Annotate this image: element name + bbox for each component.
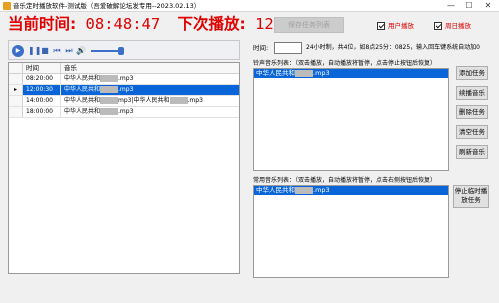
table-row[interactable]: 08:20:00 中华人民共和 .mp3 bbox=[9, 74, 239, 85]
clear-tasks-button[interactable]: 清空任务 bbox=[456, 125, 488, 139]
next-play-label: 下次播放: bbox=[177, 15, 246, 33]
checkbox-check-icon bbox=[434, 22, 442, 30]
row-music: 中华人民共和 .mp3 bbox=[61, 85, 239, 95]
table-row[interactable]: 18:00:00 中华人民共和 .mp3 bbox=[9, 107, 239, 118]
title-bar: 音乐定时播放软件-测试版（吾爱破解论坛发专用--2023.02.13） — ☐ … bbox=[0, 0, 499, 12]
row-time: 18:00:00 bbox=[23, 107, 61, 117]
row-indicator bbox=[9, 107, 23, 117]
ring-music-list[interactable]: 中华人民共和 .mp3 bbox=[253, 68, 449, 171]
user-play-label: 用户播放 bbox=[388, 22, 414, 30]
continue-music-button[interactable]: 续播音乐 bbox=[456, 86, 488, 100]
indicator-column-header bbox=[9, 63, 23, 74]
table-header: 时间 音乐 bbox=[9, 63, 239, 74]
delete-task-button[interactable]: 删除任务 bbox=[456, 105, 488, 119]
media-player: ▶ ❚❚ ■ ⏮ ⏭ 🔊 bbox=[8, 40, 240, 60]
next-icon[interactable]: ⏭ bbox=[64, 46, 74, 56]
close-button[interactable]: ✕ bbox=[480, 0, 496, 12]
list-item[interactable]: 中华人民共和 .mp3 bbox=[254, 69, 448, 78]
ring-list-label: 铃声音乐列表：（双击播放，自动播放将暂停，点击停止按钮后恢复） bbox=[253, 60, 437, 67]
row-time: 12:00:30 bbox=[23, 85, 61, 95]
add-task-button[interactable]: 添加任务 bbox=[456, 66, 488, 80]
row-time: 14:00:00 bbox=[23, 96, 61, 106]
time-field-label: 时间: bbox=[253, 44, 269, 52]
row-music: 中华人民共和 mp3|中华人民共和 .mp3 bbox=[64, 97, 203, 104]
sunday-play-label: 周日播放 bbox=[445, 22, 471, 30]
volume-icon[interactable]: 🔊 bbox=[76, 46, 86, 56]
common-music-list[interactable]: 中华人民共和 .mp3 bbox=[253, 185, 449, 278]
table-row[interactable]: ▸ 12:00:30 中华人民共和 .mp3 bbox=[9, 85, 239, 96]
common-list-label: 常用音乐列表：（双击播放，自动播放将暂停，点击右侧按钮后恢复） bbox=[253, 177, 437, 184]
current-time-label: 当前时间: bbox=[8, 15, 77, 33]
app-icon bbox=[3, 2, 11, 10]
checkbox-check-icon bbox=[377, 22, 385, 30]
row-time: 08:20:00 bbox=[23, 74, 61, 84]
refresh-music-button[interactable]: 刷新音乐 bbox=[456, 145, 488, 159]
row-indicator bbox=[9, 74, 23, 84]
previous-icon[interactable]: ⏮ bbox=[52, 46, 62, 56]
sunday-play-checkbox[interactable]: 周日播放 bbox=[434, 22, 471, 30]
time-column-header[interactable]: 时间 bbox=[23, 63, 61, 74]
minimize-button[interactable]: — bbox=[443, 0, 459, 12]
play-icon[interactable]: ▶ bbox=[12, 45, 24, 57]
pause-icon[interactable]: ❚❚ bbox=[28, 46, 41, 56]
time-field-hint: 24小时制，共4位，如8点25分：0825，输入回车键系统自动加0 bbox=[306, 44, 480, 51]
time-input[interactable] bbox=[274, 42, 302, 54]
stop-icon[interactable]: ■ bbox=[40, 46, 50, 56]
stop-temp-play-button[interactable]: 停止临时播放任务 bbox=[453, 185, 489, 208]
current-time-value: 08:48:47 bbox=[85, 15, 161, 33]
row-indicator bbox=[9, 96, 23, 106]
volume-slider[interactable] bbox=[91, 47, 124, 55]
table-row[interactable]: 14:00:00 中华人民共和 mp3|中华人民共和 .mp3 bbox=[9, 96, 239, 107]
row-music: 中华人民共和 .mp3 bbox=[64, 75, 134, 82]
user-play-checkbox[interactable]: 用户播放 bbox=[377, 22, 414, 30]
maximize-button[interactable]: ☐ bbox=[461, 0, 477, 12]
row-indicator: ▸ bbox=[9, 85, 23, 95]
music-column-header[interactable]: 音乐 bbox=[61, 63, 239, 74]
row-music: 中华人民共和 .mp3 bbox=[64, 108, 134, 115]
list-item[interactable]: 中华人民共和 .mp3 bbox=[254, 186, 448, 195]
save-task-list-button[interactable]: 保存任务列表 bbox=[274, 17, 344, 33]
window-title: 音乐定时播放软件-测试版（吾爱破解论坛发专用--2023.02.13） bbox=[13, 2, 201, 10]
schedule-table: 时间 音乐 08:20:00 中华人民共和 .mp3 ▸ 12:00:30 中华人… bbox=[8, 62, 240, 274]
